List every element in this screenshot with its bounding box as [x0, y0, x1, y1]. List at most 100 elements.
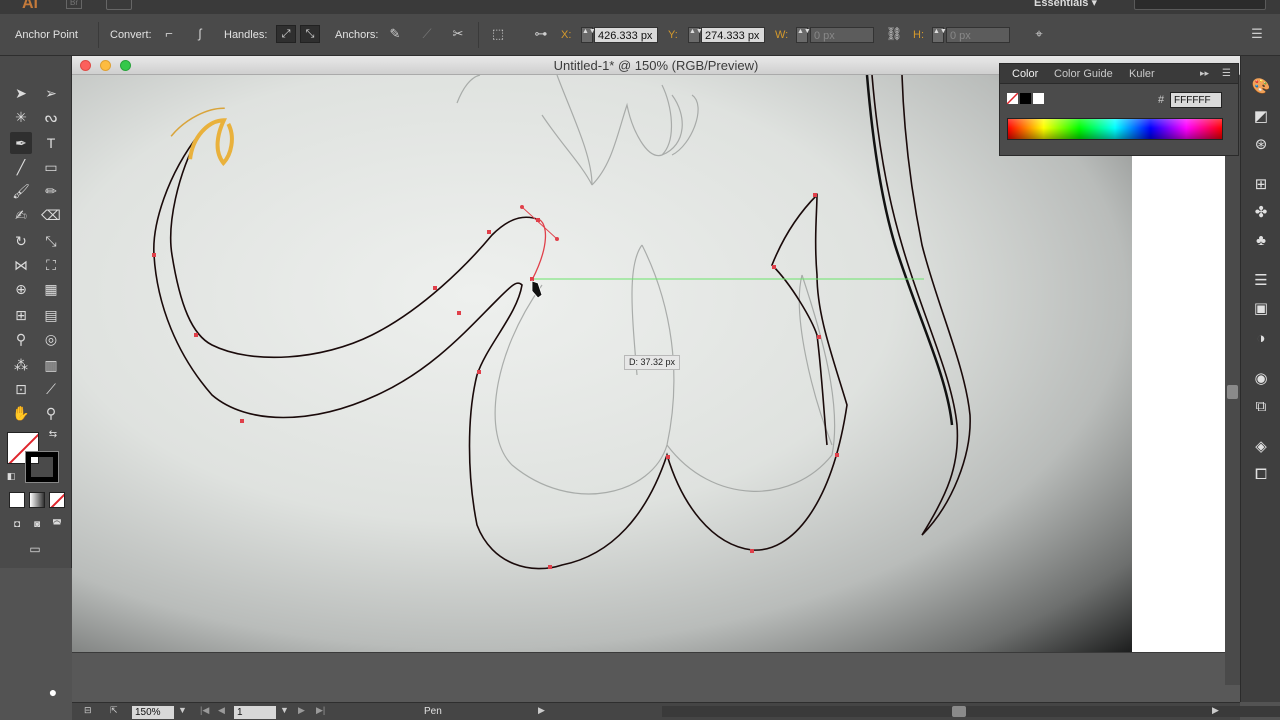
perspective-grid-tool-icon[interactable]: ▦ [40, 278, 62, 300]
canvas[interactable]: D: 37.32 px [72, 75, 1240, 652]
connect-anchors-icon[interactable]: ⟋ [416, 24, 438, 44]
isolate-icon[interactable]: ⬚ [487, 24, 509, 44]
gradient-panel-icon[interactable]: ▣ [1250, 298, 1272, 320]
zoom-field[interactable]: 150% [132, 706, 174, 719]
swap-fill-stroke-icon[interactable]: ⇆ [46, 428, 60, 442]
arrange-documents-button[interactable] [106, 0, 132, 10]
tab-kuler[interactable]: Kuler [1129, 68, 1155, 80]
artboard-tool-icon[interactable]: ⊡ [10, 378, 32, 400]
last-artboard-button[interactable]: ▶| [316, 705, 325, 716]
status-icon-a[interactable]: ⊟ [84, 705, 92, 716]
line-tool-icon[interactable]: ╱ [10, 156, 32, 178]
first-artboard-button[interactable]: |◀ [200, 705, 209, 716]
artboard-number-field[interactable]: 1 [234, 706, 276, 719]
default-colors-icon[interactable]: ◧ [5, 470, 17, 482]
horizontal-scroll-thumb[interactable] [952, 706, 966, 717]
symbol-sprayer-tool-icon[interactable]: ⁂ [10, 354, 32, 376]
draw-inside-icon[interactable]: ◚ [48, 516, 66, 534]
paintbrush-tool-icon[interactable]: 🖌 [10, 180, 32, 202]
transparency-panel-icon[interactable]: ◑ [1250, 328, 1272, 350]
calligraphy-path[interactable] [153, 75, 971, 570]
bridge-button[interactable]: Br [66, 0, 82, 9]
magic-wand-tool-icon[interactable]: ✳ [10, 106, 32, 128]
artboard-dropdown-icon[interactable]: ▼ [280, 705, 289, 715]
swatches-panel-icon[interactable]: ⊞ [1250, 174, 1272, 196]
handle-point[interactable] [555, 237, 559, 241]
status-icon-b[interactable]: ⇱ [110, 705, 118, 716]
draw-normal-icon[interactable]: ◘ [8, 516, 26, 534]
zoom-tool-icon[interactable]: ⚲ [40, 402, 62, 424]
color-spectrum[interactable] [1007, 118, 1223, 140]
collapse-panel-icon[interactable]: ▸▸ [1200, 68, 1209, 79]
outer-stroke-path[interactable] [865, 75, 954, 426]
width-tool-icon[interactable]: ⋈ [10, 254, 32, 276]
shape-builder-tool-icon[interactable]: ⊕ [10, 278, 32, 300]
white-swatch[interactable] [1033, 93, 1044, 104]
tab-color[interactable]: Color [1012, 68, 1038, 80]
stroke-panel-icon[interactable]: ☰ [1250, 270, 1272, 292]
eyedropper-tool-icon[interactable]: ⚲ [10, 328, 32, 350]
symbols-panel-icon[interactable]: ♣ [1250, 230, 1272, 252]
vertical-scroll-thumb[interactable] [1227, 385, 1238, 399]
rectangle-tool-icon[interactable]: ▭ [40, 156, 62, 178]
help-search-input[interactable] [1134, 0, 1266, 10]
h-field[interactable]: 0 px [946, 27, 1010, 43]
zoom-dropdown-icon[interactable]: ▼ [178, 705, 187, 715]
blend-tool-icon[interactable]: ◎ [40, 328, 62, 350]
pencil-tool-icon[interactable]: ✏ [40, 180, 62, 202]
convert-to-smooth-icon[interactable]: ʃ [189, 24, 211, 44]
color-panel-icon[interactable]: 🎨 [1250, 76, 1272, 98]
align-icon[interactable]: ⊶ [530, 24, 552, 44]
kuler-panel-icon[interactable]: ⊛ [1250, 134, 1272, 156]
user-account-icon[interactable]: ● [44, 684, 62, 702]
w-field[interactable]: 0 px [810, 27, 874, 43]
screen-mode-icon[interactable]: ▭ [22, 540, 48, 558]
y-stepper[interactable]: ▲▼ [688, 27, 703, 43]
mesh-tool-icon[interactable]: ⊞ [10, 304, 32, 326]
gradient-mode-icon[interactable] [29, 492, 45, 508]
direction-handle[interactable] [521, 206, 558, 240]
hex-input[interactable]: FFFFFF [1170, 92, 1222, 108]
black-swatch[interactable] [1020, 93, 1031, 104]
prev-artboard-button[interactable]: ◀ [218, 705, 225, 716]
vertical-scrollbar[interactable] [1225, 75, 1240, 685]
hide-handles-icon[interactable]: ⤡ [300, 25, 320, 43]
none-mode-icon[interactable] [49, 492, 65, 508]
layers-panel-icon[interactable]: ◈ [1250, 436, 1272, 458]
appearance-panel-icon[interactable]: ◉ [1250, 368, 1272, 390]
show-handles-icon[interactable]: ⤢ [276, 25, 296, 43]
selection-tool-icon[interactable]: ➤ [10, 82, 32, 104]
artboards-panel-icon[interactable]: ⧠ [1250, 464, 1272, 486]
graphic-styles-panel-icon[interactable]: ⧉ [1250, 396, 1272, 418]
transform-icon[interactable]: ⌖ [1028, 24, 1050, 44]
remove-anchor-icon[interactable]: ✎ [384, 24, 406, 44]
scroll-right-icon[interactable]: ▶ [1212, 705, 1219, 716]
zoom-window-button[interactable] [120, 60, 131, 71]
pen-tool-icon[interactable]: ✒ [10, 132, 32, 154]
workspace-switcher[interactable]: Essentials ▾ [1034, 0, 1097, 9]
convert-to-corner-icon[interactable]: ⌐ [158, 24, 180, 44]
y-field[interactable]: 274.333 px [701, 27, 765, 43]
scale-tool-icon[interactable]: ⤡ [40, 230, 62, 252]
color-mode-icon[interactable] [9, 492, 25, 508]
hand-tool-icon[interactable]: ✋ [10, 402, 32, 424]
close-window-button[interactable] [80, 60, 91, 71]
lasso-tool-icon[interactable]: ᔓ [40, 106, 62, 128]
column-graph-tool-icon[interactable]: ▥ [40, 354, 62, 376]
rotate-tool-icon[interactable]: ↻ [10, 230, 32, 252]
x-stepper[interactable]: ▲▼ [581, 27, 596, 43]
x-field[interactable]: 426.333 px [594, 27, 658, 43]
w-stepper[interactable]: ▲▼ [796, 27, 811, 43]
color-guide-panel-icon[interactable]: ◩ [1250, 106, 1272, 128]
direct-selection-tool-icon[interactable]: ➢ [40, 82, 62, 104]
cut-path-icon[interactable]: ✂ [447, 24, 469, 44]
anchor-points[interactable] [152, 193, 839, 569]
none-swatch[interactable] [1007, 93, 1018, 104]
gradient-tool-icon[interactable]: ▤ [40, 304, 62, 326]
stroke-swatch[interactable] [25, 451, 59, 483]
minimize-window-button[interactable] [100, 60, 111, 71]
brushes-panel-icon[interactable]: ✤ [1250, 202, 1272, 224]
h-stepper[interactable]: ▲▼ [932, 27, 947, 43]
control-menu-icon[interactable]: ☰ [1246, 24, 1268, 44]
slice-tool-icon[interactable]: ⟋ [40, 378, 62, 400]
